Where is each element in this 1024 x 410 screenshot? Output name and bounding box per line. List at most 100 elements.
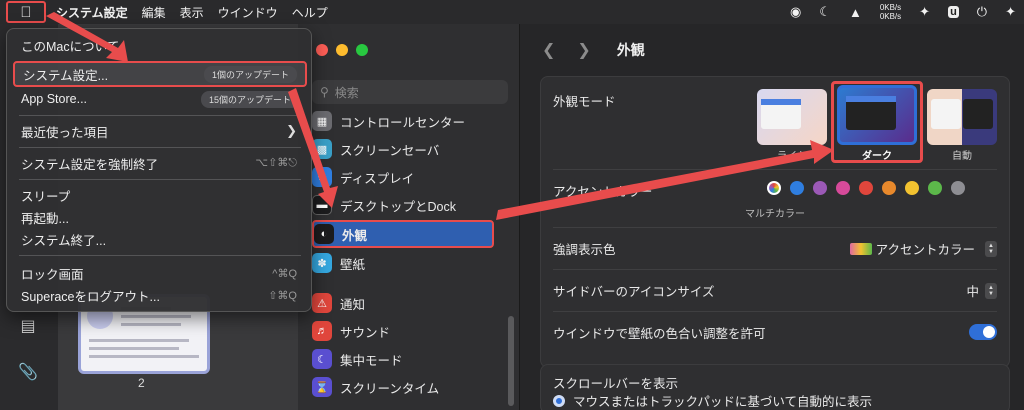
moon-status-icon[interactable]: ☾ — [819, 4, 831, 20]
window-controls — [316, 44, 368, 56]
sidebar-item-label: スクリーンセーバ — [340, 143, 440, 158]
system-settings-window: ⚲ 検索 ▦ コントロールセンター ▩ スクリーンセーバ ☀ ディスプレイ ▬ デスクト… — [298, 24, 1024, 410]
scroll-section-row: スクロールバーを表示 — [553, 373, 997, 392]
menu-item-system-settings[interactable]: システム設定... 1個のアップデート — [13, 61, 307, 87]
menu-separator — [19, 179, 301, 180]
menu-separator — [19, 255, 301, 256]
upload-speed: 0KB/s — [879, 3, 902, 12]
paperclip-icon[interactable]: 📎 — [16, 360, 40, 384]
menu-item-app-store[interactable]: App Store... 15個のアップデート — [13, 89, 307, 109]
close-button[interactable] — [316, 44, 328, 56]
sidebar-item-label: スクリーンタイム — [340, 381, 440, 396]
cat-icon[interactable]: ▲ — [849, 5, 862, 20]
sidebar-item-screen-time[interactable]: ⌛ スクリーンタイム — [312, 374, 494, 400]
sidebar-item-screensaver[interactable]: ▩ スクリーンセーバ — [312, 136, 494, 162]
accent-green[interactable] — [928, 181, 942, 195]
sidebar-item-sound[interactable]: ♬ サウンド — [312, 318, 494, 344]
accent-multicolor[interactable] — [767, 181, 781, 195]
sidebar-item-desktop-dock[interactable]: ▬ デスクトップとDock — [312, 192, 494, 218]
network-speed: 0KB/s 0KB/s — [880, 3, 901, 21]
apple-logo-icon:  — [20, 4, 31, 21]
divider — [553, 269, 997, 270]
page-title: 外観 — [616, 42, 645, 58]
minimize-button[interactable] — [336, 44, 348, 56]
accent-yellow[interactable] — [905, 181, 919, 195]
zoom-button[interactable] — [356, 44, 368, 56]
wallpaper-tint-label: ウインドウで壁紙の色合い調整を許可 — [553, 326, 766, 341]
accent-color-row: アクセントカラー — [553, 181, 997, 200]
divider — [553, 311, 997, 312]
sidebar-item-notifications[interactable]: ⚠ 通知 — [312, 290, 494, 316]
bell-icon: ⚠ — [312, 293, 332, 313]
bird-icon-2[interactable]: ✦ — [1005, 4, 1016, 20]
dock-icon: ▬ — [312, 195, 332, 215]
accent-purple[interactable] — [813, 181, 827, 195]
menu-item-force-quit[interactable]: システム設定を強制終了 ⌥⇧⌘⎋ — [13, 153, 307, 173]
screensaver-icon: ▩ — [312, 139, 332, 159]
menu-bar:  システム設定 編集 表示 ウインドウ ヘルプ ◉ ☾ ▲ 0KB/s0KB/… — [0, 0, 1024, 24]
sidebar-item-focus[interactable]: ☾ 集中モード — [312, 346, 494, 372]
accent-selected-label: マルチカラー — [745, 209, 805, 220]
search-input[interactable]: ⚲ 検索 — [312, 80, 508, 104]
menu-help[interactable]: ヘルプ — [292, 4, 328, 21]
menu-window[interactable]: ウインドウ — [218, 4, 278, 21]
speaker-icon: ♬ — [312, 321, 332, 341]
menu-item-label: システム設定を強制終了 — [21, 157, 159, 172]
menu-item-about[interactable]: このMacについて — [13, 35, 307, 55]
apple-menu: このMacについて システム設定... 1個のアップデート App Store.… — [6, 28, 312, 312]
menu-system-settings[interactable]: システム設定 — [56, 4, 128, 21]
accent-orange[interactable] — [882, 181, 896, 195]
scroll-section-label: スクロールバーを表示 — [553, 377, 679, 391]
menu-item-sleep[interactable]: スリープ — [13, 185, 307, 205]
scroll-option-row[interactable]: マウスまたはトラックパッドに基づいて自動的に表示 — [553, 391, 997, 410]
extension-icon[interactable]: ◉ — [790, 4, 801, 20]
power-icon[interactable]: ⏻ — [977, 4, 987, 20]
shortcut-label: ^⌘Q — [272, 267, 297, 280]
download-speed: 0KB/s — [879, 12, 902, 21]
menu-edit[interactable]: 編集 — [142, 4, 166, 21]
mode-light[interactable] — [757, 89, 827, 145]
menu-view[interactable]: 表示 — [180, 4, 204, 21]
menu-item-shutdown[interactable]: システム終了... — [13, 229, 307, 249]
mode-auto[interactable] — [927, 89, 997, 145]
sidebar-item-label: デスクトップとDock — [340, 199, 456, 214]
back-chevron-icon[interactable]: ❮ — [542, 40, 555, 60]
radio-selected-icon[interactable] — [553, 394, 565, 407]
dark-mode-highlight — [831, 81, 923, 163]
apple-menu-button[interactable]:  — [6, 1, 46, 23]
menu-item-restart[interactable]: 再起動... — [13, 207, 307, 227]
u-app-icon[interactable]: u — [948, 6, 959, 18]
stepper-icon: ▲ ▼ — [985, 282, 997, 299]
scrollbar-panel: スクロールバーを表示 マウスまたはトラックパッドに基づいて自動的に表示 — [540, 364, 1010, 410]
accent-pink[interactable] — [836, 181, 850, 195]
sidebar-item-appearance[interactable]: ◐ 外観 — [312, 220, 494, 248]
update-badge: 1個のアップデート — [203, 65, 297, 83]
sidebar-item-displays[interactable]: ☀ ディスプレイ — [312, 164, 494, 190]
menu-item-recent-items[interactable]: 最近使った項目 ❯ — [13, 121, 307, 141]
document-icon[interactable]: ▤ — [16, 314, 40, 338]
sidebar-icon-size-select[interactable]: 中 ▲ ▼ — [967, 281, 997, 300]
menu-item-label: システム設定... — [23, 68, 109, 83]
accent-red[interactable] — [859, 181, 873, 195]
sidebar-item-control-center[interactable]: ▦ コントロールセンター — [312, 108, 494, 134]
sidebar-item-label: 集中モード — [340, 353, 403, 368]
appearance-mode-label: 外観モード — [553, 95, 616, 109]
accent-color-label: アクセントカラー — [553, 185, 653, 199]
sidebar-item-label: コントロールセンター — [340, 115, 466, 130]
divider — [553, 227, 997, 228]
sidebar-item-label: サウンド — [340, 325, 391, 340]
menu-separator — [19, 115, 301, 116]
menu-item-lock-screen[interactable]: ロック画面 ^⌘Q — [13, 263, 307, 283]
sidebar-scrollbar[interactable] — [508, 316, 514, 406]
sidebar-item-wallpaper[interactable]: ✽ 壁紙 — [312, 250, 494, 276]
menu-item-logout[interactable]: Superaceをログアウト... ⇧⌘Q — [13, 285, 307, 305]
accent-blue[interactable] — [790, 181, 804, 195]
highlight-color-select[interactable]: アクセントカラー ▲ ▼ — [849, 239, 997, 258]
bird-icon[interactable]: ✦ — [919, 4, 930, 20]
wallpaper-tint-toggle[interactable] — [969, 324, 997, 340]
menu-item-label: Superaceをログアウト... — [21, 289, 160, 304]
menu-item-label: 再起動... — [21, 211, 69, 226]
forward-chevron-icon[interactable]: ❯ — [577, 40, 590, 60]
accent-graphite[interactable] — [951, 181, 965, 195]
highlight-color-row: 強調表示色 アクセントカラー ▲ ▼ — [553, 239, 997, 258]
